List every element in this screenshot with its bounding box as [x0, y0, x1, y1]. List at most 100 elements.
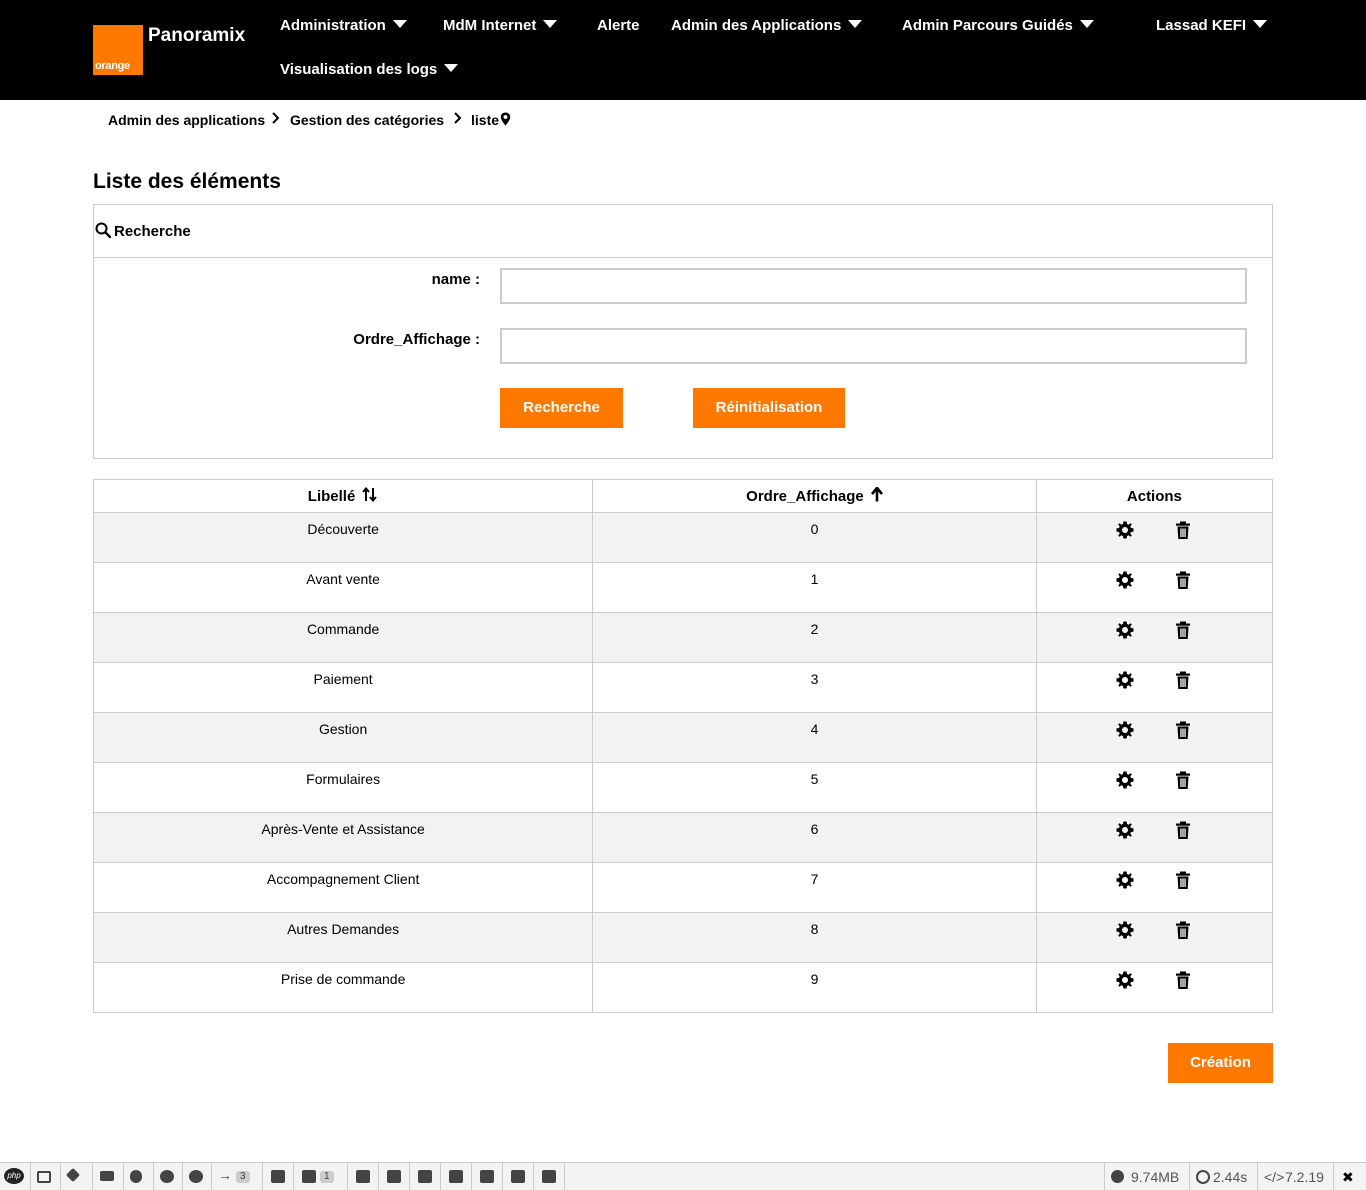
name-label: name : — [431, 271, 480, 288]
logo-text: orange — [95, 60, 130, 72]
cell-ordre-affichage: 5 — [592, 762, 1037, 813]
header-label: Libellé — [307, 488, 356, 505]
gear-icon[interactable] — [1115, 720, 1135, 740]
gear-icon[interactable] — [1115, 920, 1135, 940]
messages-icon[interactable] — [37, 1171, 51, 1183]
cell-actions — [1035, 862, 1274, 913]
cell-actions — [1035, 962, 1274, 1013]
nav-label: Alerte — [597, 17, 640, 34]
nav-visualisation-logs[interactable]: Visualisation des logs — [280, 61, 459, 78]
server-icon[interactable] — [100, 1171, 114, 1181]
gear-icon[interactable] — [1115, 570, 1135, 590]
gear-icon[interactable] — [1115, 870, 1135, 890]
trash-icon[interactable] — [1173, 970, 1193, 990]
caret-down-icon — [392, 20, 407, 28]
table-row: Formulaires 5 — [92, 762, 1274, 813]
briefcase-icon[interactable] — [302, 1170, 316, 1183]
trash-icon[interactable] — [1173, 620, 1193, 640]
nav-label: Visualisation des logs — [280, 61, 438, 78]
nav-mdm-internet[interactable]: MdM Internet — [443, 17, 558, 34]
table-row: Commande 2 — [92, 612, 1274, 663]
app-name[interactable]: Panoramix — [148, 25, 245, 47]
gear-icon[interactable] — [189, 1170, 203, 1183]
briefcase-icon[interactable] — [511, 1170, 525, 1183]
gear-icon[interactable] — [1115, 520, 1135, 540]
briefcase-icon[interactable] — [480, 1170, 494, 1183]
briefcase-icon[interactable] — [356, 1170, 370, 1183]
table-header-row: Libellé Ordre_Affichage Actions — [92, 479, 1274, 513]
gear-icon[interactable] — [1115, 770, 1135, 790]
trash-icon[interactable] — [1173, 570, 1193, 590]
gear-icon[interactable] — [1115, 970, 1135, 990]
cell-actions — [1035, 512, 1274, 563]
cell-libelle: Prise de commande — [92, 962, 594, 1013]
cell-libelle: Paiement — [92, 662, 594, 713]
briefcase-icon[interactable] — [449, 1170, 463, 1183]
cell-actions — [1035, 662, 1274, 713]
cogs-icon — [1111, 1170, 1124, 1183]
cell-libelle: Découverte — [92, 512, 594, 563]
php-logo-icon[interactable]: php — [4, 1168, 24, 1184]
table-row: Autres Demandes 8 — [92, 912, 1274, 963]
header-ordre-affichage[interactable]: Ordre_Affichage — [592, 479, 1037, 513]
search-button[interactable]: Recherche — [500, 388, 623, 428]
arrow-right-icon[interactable]: → — [218, 1167, 232, 1183]
clock-icon — [1196, 1170, 1210, 1184]
breadcrumb-item-current: liste — [471, 112, 500, 128]
trash-icon[interactable] — [1173, 870, 1193, 890]
ordre-affichage-input[interactable] — [500, 328, 1247, 364]
table-row: Avant vente 1 — [92, 562, 1274, 613]
cell-ordre-affichage: 7 — [592, 862, 1037, 913]
nav-user-menu[interactable]: Lassad KEFI — [1156, 17, 1268, 34]
count-badge: 1 — [320, 1171, 334, 1183]
name-input[interactable] — [500, 268, 1247, 304]
trash-icon[interactable] — [1173, 520, 1193, 540]
cell-actions — [1035, 562, 1274, 613]
nav-alerte[interactable]: Alerte — [597, 17, 640, 34]
caret-down-icon — [1079, 20, 1094, 28]
breadcrumb-item-admin-applications[interactable]: Admin des applications — [108, 112, 265, 128]
cell-ordre-affichage: 8 — [592, 912, 1037, 963]
search-panel-title: Recherche — [114, 223, 191, 240]
request-time[interactable]: 2.44s — [1213, 1169, 1247, 1185]
trash-icon[interactable] — [1173, 770, 1193, 790]
php-version[interactable]: 7.2.19 — [1285, 1169, 1324, 1185]
orange-logo[interactable]: orange — [93, 25, 143, 75]
trash-icon[interactable] — [1173, 920, 1193, 940]
cell-actions — [1035, 912, 1274, 963]
chevron-right-icon — [454, 111, 462, 128]
gear-icon[interactable] — [1115, 620, 1135, 640]
breadcrumb-item-gestion-categories[interactable]: Gestion des catégories — [290, 112, 444, 128]
nav-admin-parcours[interactable]: Admin Parcours Guidés — [902, 17, 1094, 34]
gear-icon[interactable] — [1115, 670, 1135, 690]
briefcase-icon[interactable] — [542, 1170, 556, 1183]
briefcase-icon[interactable] — [387, 1170, 401, 1183]
trash-icon[interactable] — [1173, 720, 1193, 740]
nav-label: Admin des Applications — [671, 17, 842, 34]
cell-ordre-affichage: 0 — [592, 512, 1037, 563]
debug-toolbar: php → 3 1 9.74MB 2.44s </> 7.2.19 ✖ — [0, 1162, 1366, 1190]
bug-icon[interactable] — [130, 1170, 142, 1183]
create-button[interactable]: Création — [1168, 1043, 1273, 1083]
caret-down-icon — [444, 64, 459, 72]
gear-icon[interactable] — [1115, 820, 1135, 840]
reset-button[interactable]: Réinitialisation — [693, 388, 845, 428]
briefcase-icon[interactable] — [418, 1170, 432, 1183]
close-icon[interactable]: ✖ — [1342, 1169, 1354, 1186]
cell-ordre-affichage: 9 — [592, 962, 1037, 1013]
cell-actions — [1035, 712, 1274, 763]
memory-usage[interactable]: 9.74MB — [1131, 1169, 1179, 1185]
cell-actions — [1035, 612, 1274, 663]
map-marker-icon — [500, 112, 511, 131]
arrow-up-icon — [870, 485, 883, 502]
header-libelle[interactable]: Libellé — [92, 479, 594, 513]
nav-administration[interactable]: Administration — [280, 17, 407, 34]
trash-icon[interactable] — [1173, 670, 1193, 690]
nav-admin-applications[interactable]: Admin des Applications — [671, 17, 863, 34]
cell-ordre-affichage: 1 — [592, 562, 1037, 613]
gear-icon[interactable] — [160, 1170, 174, 1183]
cell-libelle: Gestion — [92, 712, 594, 763]
briefcase-icon[interactable] — [271, 1170, 285, 1183]
trash-icon[interactable] — [1173, 820, 1193, 840]
tags-icon[interactable] — [65, 1167, 81, 1183]
